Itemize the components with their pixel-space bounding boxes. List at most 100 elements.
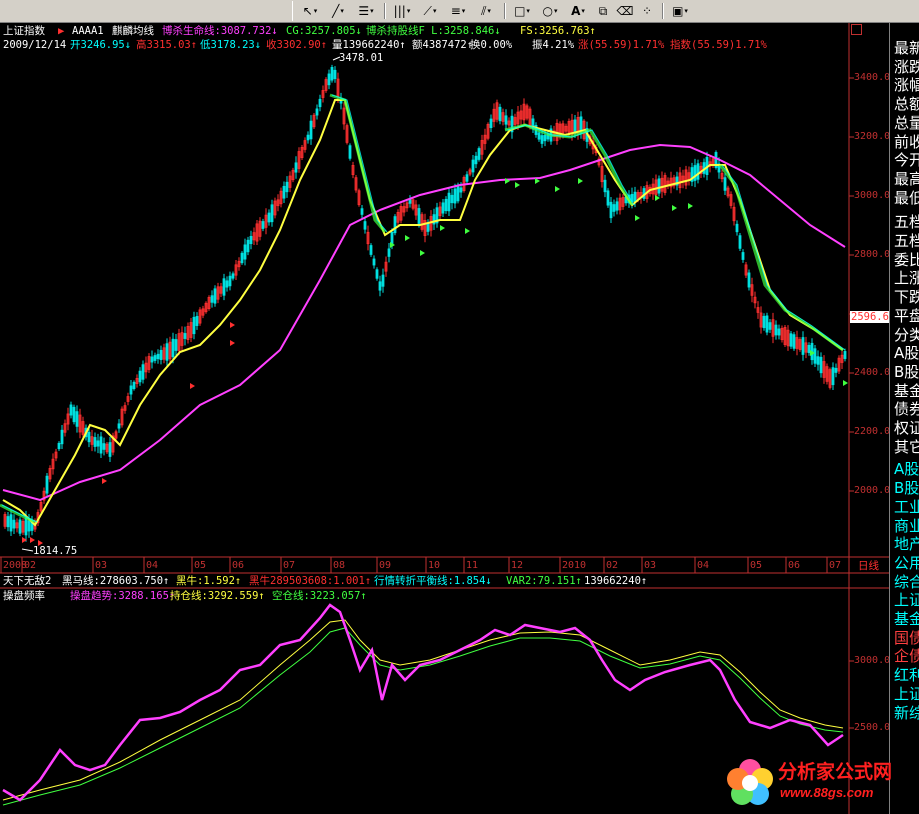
line-icon[interactable]: ╱ ▾ bbox=[325, 2, 351, 20]
toolbar-buttons: ↖ ▾ ╱ ▾ ☰ ▾ ||| ▾ ⟋ ▾ ≡ ▾ ⫽ ▾ □ ▾ ○ ▾ A ▾ ⧉ ⌫ ⁘ ▣ ▾ bbox=[292, 1, 695, 21]
watermark-url: www.88gs.com bbox=[780, 785, 874, 800]
side-panel-item[interactable]: 地产 bbox=[894, 536, 919, 553]
side-panel-item[interactable]: 公用 bbox=[894, 555, 919, 572]
candle-body bbox=[150, 356, 154, 363]
watermark-title: 分析家公式网 bbox=[778, 761, 893, 783]
candle-body bbox=[606, 190, 610, 206]
current-price-tag: 2596.6 bbox=[850, 311, 890, 323]
candle-body bbox=[375, 269, 379, 279]
candle-body bbox=[819, 356, 823, 374]
candle-body bbox=[693, 165, 697, 181]
candle-body bbox=[477, 148, 481, 160]
candle-body bbox=[270, 204, 274, 223]
candle-body bbox=[441, 202, 445, 214]
side-panel-item: B股 bbox=[894, 363, 919, 381]
sub1-balance-line: 行情转折平衡线:1.854↓ bbox=[374, 575, 492, 587]
eraser-icon[interactable]: ⌫ bbox=[615, 2, 635, 20]
candle-body bbox=[246, 239, 250, 253]
text-A-icon[interactable]: A ▾ bbox=[565, 2, 591, 20]
candle-body bbox=[378, 281, 382, 291]
side-panel-item[interactable]: 上证 bbox=[894, 592, 919, 609]
side-panel-item[interactable]: B股 bbox=[894, 480, 919, 497]
candle-body bbox=[294, 162, 298, 173]
side-panel-item[interactable]: 红利 bbox=[894, 667, 919, 684]
y-axis-label: 2000.0 bbox=[854, 485, 891, 496]
green-hold-line bbox=[718, 164, 844, 352]
candle-body bbox=[57, 442, 61, 450]
side-panel-item[interactable]: 商业 bbox=[894, 518, 919, 535]
pointer-icon[interactable]: ↖ ▾ bbox=[297, 2, 323, 20]
side-panel-item[interactable]: A股 bbox=[894, 461, 919, 478]
candle-body bbox=[309, 120, 313, 140]
period-label[interactable]: 日线 bbox=[858, 560, 879, 572]
price-chart-canvas[interactable] bbox=[0, 23, 889, 814]
candle-body bbox=[306, 134, 310, 141]
side-panel-item[interactable]: 基金 bbox=[894, 611, 919, 628]
x-axis-label: 07 bbox=[283, 560, 296, 571]
candle-body bbox=[777, 328, 781, 336]
diagonal-lines-icon[interactable]: ⫽ ▾ bbox=[473, 2, 499, 20]
candle-body bbox=[231, 273, 235, 279]
buy-signal-marker bbox=[230, 322, 235, 328]
x-axis-label: 11 bbox=[466, 560, 479, 571]
side-panel-item[interactable]: 国债 bbox=[894, 630, 919, 647]
ellipse-icon[interactable]: ○ ▾ bbox=[537, 2, 563, 20]
side-panel-item: 基金 bbox=[894, 382, 919, 400]
candle-body bbox=[18, 519, 22, 534]
candle-body bbox=[9, 514, 13, 532]
text-lines-icon[interactable]: ☰ ▾ bbox=[353, 2, 379, 20]
candle-body bbox=[459, 187, 463, 193]
candle-body bbox=[153, 355, 157, 361]
candle-body bbox=[315, 108, 319, 116]
side-panel-item: 涨跌 bbox=[894, 58, 919, 76]
side-panel-item[interactable]: 综合 bbox=[894, 574, 919, 591]
rectangle-icon[interactable]: □ ▾ bbox=[509, 2, 535, 20]
candle-body bbox=[768, 322, 772, 330]
candle-body bbox=[213, 288, 217, 304]
copy-icon[interactable]: ⧉ bbox=[593, 2, 613, 20]
candle-body bbox=[474, 155, 478, 165]
sub1-name: 天下无敌2 bbox=[3, 575, 52, 587]
candle-body bbox=[444, 198, 448, 212]
candle-body bbox=[348, 145, 352, 159]
low-mark-label: 1814.75 bbox=[33, 545, 78, 557]
vertical-lines-icon[interactable]: ||| ▾ bbox=[389, 2, 415, 20]
side-panel-item[interactable]: 企债 bbox=[894, 648, 919, 665]
sell-signal-marker bbox=[578, 178, 583, 184]
x-axis-label: 07 bbox=[829, 560, 842, 571]
candle-body bbox=[330, 67, 334, 81]
side-panel-item: 下跌 bbox=[894, 289, 919, 307]
side-panel-item[interactable]: 上证 bbox=[894, 686, 919, 703]
candle-body bbox=[453, 188, 457, 204]
sell-signal-marker bbox=[405, 235, 410, 241]
candle-body bbox=[807, 344, 811, 354]
candle-body bbox=[87, 431, 91, 443]
side-panel-item[interactable]: 新综 bbox=[894, 705, 919, 722]
sell-signal-marker bbox=[465, 228, 470, 234]
candle-body bbox=[69, 404, 73, 416]
candle-body bbox=[612, 204, 616, 212]
fan-icon[interactable]: ⟋ ▾ bbox=[417, 2, 443, 20]
candle-body bbox=[738, 235, 742, 249]
parallel-lines-icon[interactable]: ≡ ▾ bbox=[445, 2, 471, 20]
candle-body bbox=[450, 194, 454, 204]
candle-body bbox=[540, 135, 544, 144]
x-axis-label: 12 bbox=[511, 560, 524, 571]
save-icon[interactable]: ▣ ▾ bbox=[667, 2, 693, 20]
cyan-hold-line bbox=[721, 164, 846, 351]
watermark-logo: 分析家公式网 www.88gs.com bbox=[720, 753, 919, 813]
sell-signal-marker bbox=[843, 380, 848, 386]
candle-body bbox=[360, 208, 364, 215]
candle-body bbox=[543, 134, 547, 142]
palette-icon[interactable]: ⁘ bbox=[637, 2, 657, 20]
buy-signal-marker bbox=[30, 537, 35, 543]
candle-body bbox=[843, 351, 847, 359]
low-mark-line bbox=[21, 548, 34, 552]
side-panel-item[interactable]: 工业 bbox=[894, 499, 919, 516]
candle-body bbox=[132, 381, 136, 390]
candle-body bbox=[603, 179, 607, 193]
sub2-trend-line-plot bbox=[2, 603, 844, 802]
y-axis-label: 2200.0 bbox=[854, 426, 891, 437]
candle-body bbox=[333, 69, 337, 79]
candle-body bbox=[723, 177, 727, 191]
